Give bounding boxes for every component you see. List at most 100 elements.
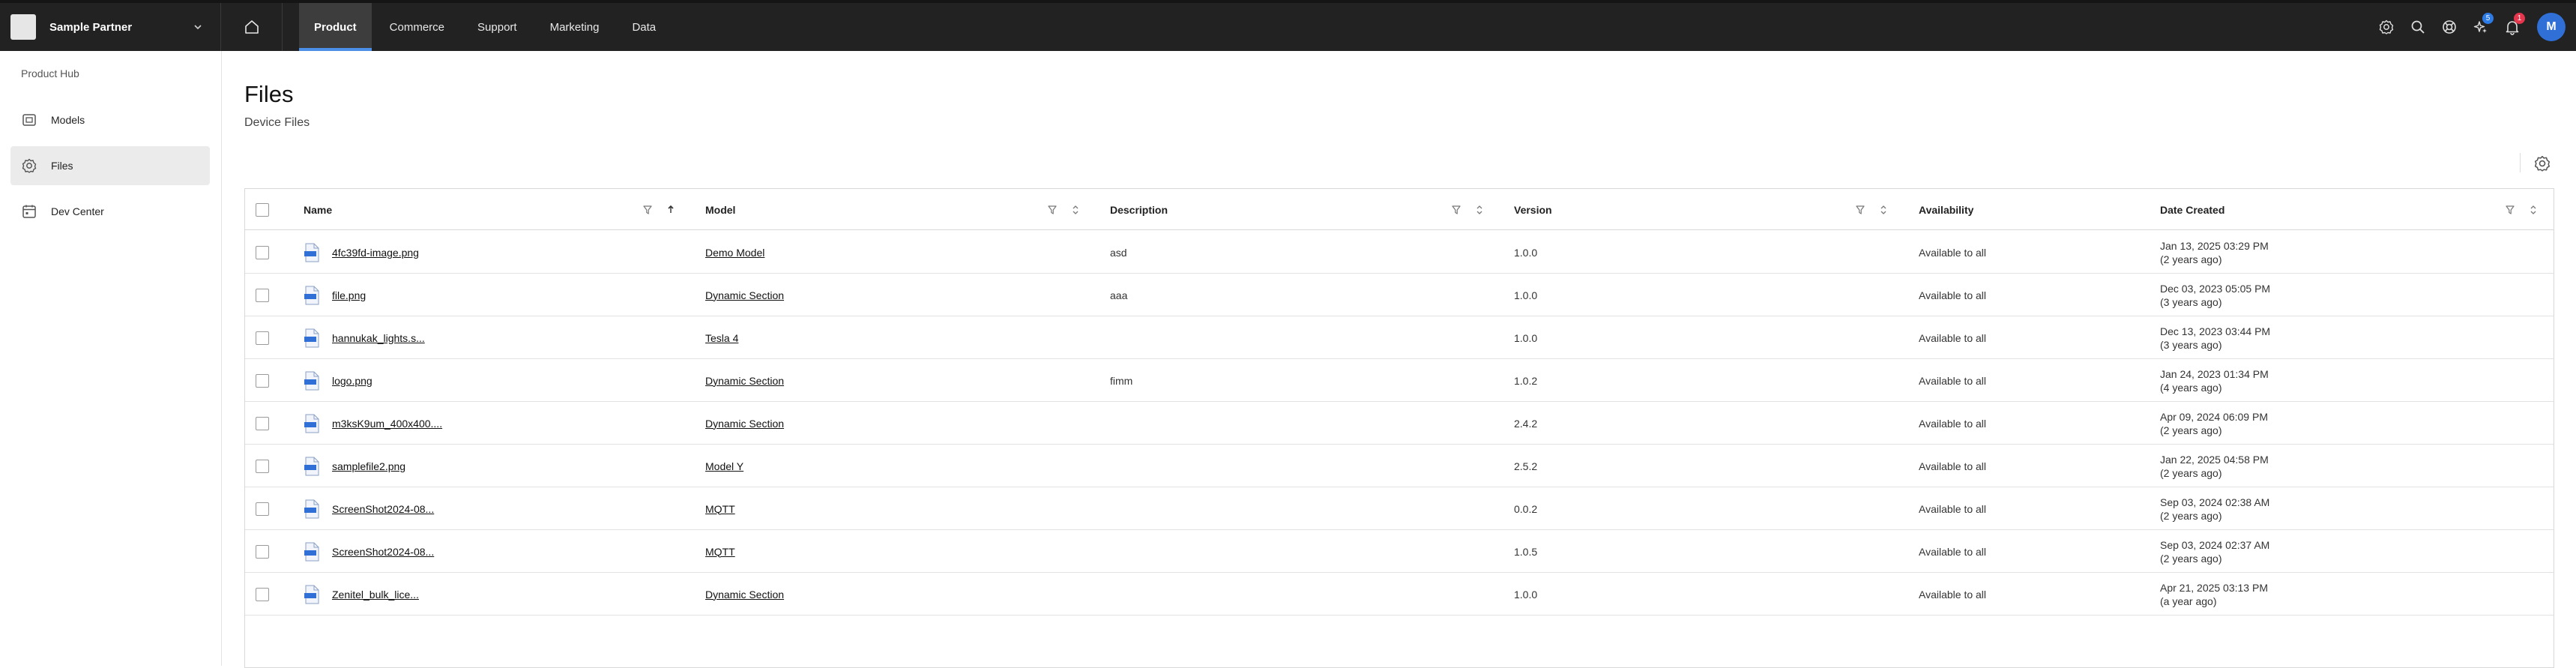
chevron-down-icon[interactable] [189, 18, 207, 36]
sort-icon[interactable] [1071, 189, 1080, 230]
date-created-relative: (2 years ago) [2160, 253, 2222, 265]
nav-tab-data[interactable]: Data [617, 3, 671, 51]
table-settings-button[interactable] [2530, 151, 2554, 175]
sidebar-item-label: Dev Center [51, 205, 104, 217]
row-checkbox[interactable] [256, 502, 269, 516]
file-name-link[interactable]: logo.png [332, 375, 372, 387]
settings-gear-button[interactable] [2371, 11, 2402, 43]
user-avatar[interactable]: M [2537, 13, 2566, 41]
row-select-cell [256, 402, 269, 445]
availability-cell: Available to all [1919, 374, 1987, 387]
date-created-cell: Dec 13, 2023 03:44 PM (3 years ago) [2160, 316, 2270, 359]
version-cell: 1.0.0 [1514, 289, 1538, 301]
table-row[interactable]: ScreenShot2024-08... MQTT 0.0.2 Available t… [245, 487, 2554, 530]
table-row[interactable]: 4fc39fd-image.png Demo Model asd 1.0.0 Avail… [245, 231, 2554, 274]
version-cell: 0.0.2 [1514, 502, 1538, 515]
table-row[interactable]: ScreenShot2024-08... MQTT 1.0.5 Available t… [245, 530, 2554, 573]
availability-cell: Available to all [1919, 417, 1987, 430]
sort-icon[interactable] [1475, 189, 1484, 230]
model-link[interactable]: Dynamic Section [705, 418, 784, 430]
toolbar-divider [2520, 153, 2521, 172]
model-cell: Dynamic Section [705, 573, 784, 616]
file-name-link[interactable]: hannukak_lights.s... [332, 332, 425, 344]
column-header-date-created[interactable]: Date Created [2160, 189, 2224, 230]
table-row[interactable]: Zenitel_bulk_lice... Dynamic Section 1.0.0… [245, 573, 2554, 616]
date-created-value: Apr 09, 2024 06:09 PM [2160, 410, 2268, 423]
model-link[interactable]: MQTT [705, 546, 735, 558]
filter-icon[interactable] [1855, 189, 1865, 230]
filter-icon[interactable] [2505, 189, 2515, 230]
table-row[interactable]: m3ksK9um_400x400.... Dynamic Section 2.4.2… [245, 402, 2554, 445]
gear-icon [22, 158, 37, 173]
nav-tab-marketing[interactable]: Marketing [535, 3, 615, 51]
column-header-description[interactable]: Description [1110, 189, 1168, 230]
date-created-cell: Sep 03, 2024 02:37 AM (2 years ago) [2160, 530, 2269, 573]
row-checkbox[interactable] [256, 373, 269, 388]
search-button[interactable] [2402, 11, 2434, 43]
sidebar-item-models[interactable]: Models [10, 100, 210, 139]
model-link[interactable]: Dynamic Section [705, 589, 784, 601]
model-cell: MQTT [705, 530, 735, 573]
model-link[interactable]: Demo Model [705, 247, 764, 259]
file-name-link[interactable]: 4fc39fd-image.png [332, 247, 419, 259]
filter-icon[interactable] [1451, 189, 1462, 230]
model-cell: Dynamic Section [705, 359, 784, 402]
table-row[interactable]: logo.png Dynamic Section fimm 1.0.2 Availabl… [245, 359, 2554, 402]
row-checkbox[interactable] [256, 459, 269, 473]
row-checkbox[interactable] [256, 544, 269, 559]
row-checkbox[interactable] [256, 288, 269, 302]
gear-icon [2534, 155, 2551, 172]
help-button[interactable] [2434, 11, 2465, 43]
model-link[interactable]: Dynamic Section [705, 375, 784, 387]
model-link[interactable]: Dynamic Section [705, 289, 784, 301]
table-row[interactable]: file.png Dynamic Section aaa 1.0.0 Available… [245, 274, 2554, 316]
row-checkbox[interactable] [256, 587, 269, 601]
file-name-link[interactable]: ScreenShot2024-08... [332, 546, 434, 558]
model-link[interactable]: MQTT [705, 503, 735, 515]
file-icon [304, 243, 320, 262]
version-cell: 1.0.2 [1514, 374, 1538, 387]
model-link[interactable]: Model Y [705, 460, 743, 472]
home-button[interactable] [221, 3, 283, 51]
table-row[interactable]: samplefile2.png Model Y 2.5.2 Available to … [245, 445, 2554, 487]
date-created-relative: (a year ago) [2160, 595, 2217, 607]
version-cell: 2.5.2 [1514, 460, 1538, 472]
table-row[interactable]: hannukak_lights.s... Tesla 4 1.0.0 Availabl… [245, 316, 2554, 359]
ai-assistant-button[interactable]: 5 [2465, 11, 2497, 43]
file-name-link[interactable]: m3ksK9um_400x400.... [332, 418, 442, 430]
column-header-name[interactable]: Name [304, 189, 332, 230]
file-name-link[interactable]: ScreenShot2024-08... [332, 503, 434, 515]
date-created-cell: Apr 21, 2025 03:13 PM (a year ago) [2160, 573, 2268, 616]
sort-ascending-icon[interactable] [666, 189, 675, 230]
model-link[interactable]: Tesla 4 [705, 332, 738, 344]
sidebar-item-files[interactable]: Files [10, 146, 210, 185]
nav-tab-support[interactable]: Support [462, 3, 532, 51]
column-header-availability[interactable]: Availability [1919, 189, 1973, 230]
row-checkbox[interactable] [256, 245, 269, 259]
model-cell: Model Y [705, 445, 743, 487]
availability-cell: Available to all [1919, 588, 1987, 601]
sort-icon[interactable] [2529, 189, 2538, 230]
column-header-model[interactable]: Model [705, 189, 735, 230]
availability-cell: Available to all [1919, 545, 1987, 558]
date-created-relative: (2 years ago) [2160, 552, 2222, 565]
row-checkbox[interactable] [256, 331, 269, 345]
search-icon [2411, 20, 2425, 34]
sort-icon[interactable] [1879, 189, 1888, 230]
nav-tab-product[interactable]: Product [299, 3, 372, 51]
nav-tab-commerce[interactable]: Commerce [375, 3, 459, 51]
row-checkbox[interactable] [256, 416, 269, 430]
select-all-checkbox[interactable] [256, 202, 269, 217]
column-header-version[interactable]: Version [1514, 189, 1552, 230]
date-created-cell: Jan 13, 2025 03:29 PM (2 years ago) [2160, 231, 2269, 274]
org-switcher[interactable]: Sample Partner [0, 3, 221, 51]
notifications-button[interactable]: 1 [2497, 11, 2528, 43]
file-name-link[interactable]: file.png [332, 289, 366, 301]
file-name-link[interactable]: Zenitel_bulk_lice... [332, 589, 419, 601]
filter-icon[interactable] [642, 189, 653, 230]
filter-icon[interactable] [1047, 189, 1058, 230]
notifications-badge: 1 [2514, 13, 2525, 24]
sidebar: Product Hub Models Files Dev Center [0, 51, 222, 666]
file-name-link[interactable]: samplefile2.png [332, 460, 405, 472]
sidebar-item-dev-center[interactable]: Dev Center [10, 192, 210, 231]
